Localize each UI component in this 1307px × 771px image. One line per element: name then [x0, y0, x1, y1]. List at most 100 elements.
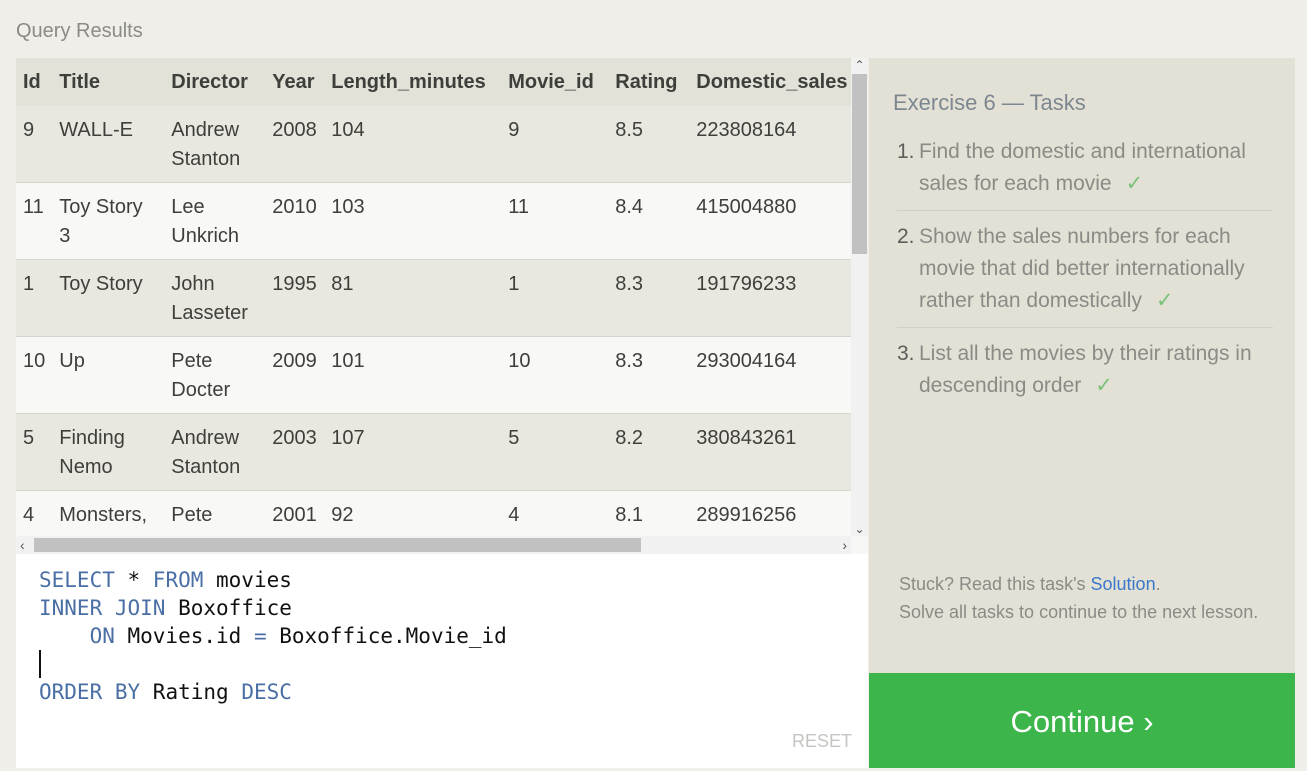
task-number: 3.	[897, 342, 915, 365]
column-header-rating: Rating	[608, 58, 690, 106]
cell-id: 10	[16, 336, 53, 414]
sql-keyword: FROM	[152, 568, 204, 592]
checkmark-icon: ✓	[1125, 172, 1144, 195]
cell-rating: 8.2	[608, 413, 690, 491]
task-list: 1. Find the domestic and international sa…	[897, 136, 1273, 422]
scroll-left-arrow-icon[interactable]: ‹	[20, 536, 25, 554]
cell-movie-id: 11	[501, 182, 609, 260]
task-item: 1. Find the domestic and international sa…	[897, 136, 1273, 211]
reset-button[interactable]: RESET	[792, 731, 852, 752]
tasks-panel: Exercise 6 — Tasks 1. Find the domestic a…	[869, 58, 1295, 673]
checkmark-icon: ✓	[1155, 289, 1174, 312]
cell-rating: 8.5	[608, 106, 690, 183]
vertical-scrollbar-thumb[interactable]	[852, 74, 867, 254]
cell-id: 1	[16, 259, 53, 337]
cell-rating: 8.1	[608, 490, 690, 536]
code-line[interactable]: ON Movies.id = Boxoffice.Movie_id	[39, 622, 507, 650]
task-text: Find the domestic and international sale…	[919, 140, 1246, 195]
cell-length-minutes: 92	[324, 490, 502, 536]
column-header-year: Year	[265, 58, 325, 106]
table-row: 1 Toy Story John Lasseter 1995 81 1 8.3 1917962…	[16, 259, 851, 337]
task-body: Show the sales numbers for each movie th…	[919, 221, 1273, 317]
cell-length-minutes: 101	[324, 336, 502, 414]
sql-text: *	[114, 568, 153, 592]
scroll-right-arrow-icon[interactable]: ›	[842, 536, 847, 554]
cell-director: Lee Unkrich	[164, 182, 266, 260]
solution-link[interactable]: Solution	[1091, 574, 1156, 594]
cell-domestic-sales: 380843261	[689, 413, 851, 491]
cell-rating: 8.3	[608, 336, 690, 414]
cell-length-minutes: 103	[324, 182, 502, 260]
sql-text: Boxoffice	[165, 596, 292, 620]
cell-domestic-sales: 191796233	[689, 259, 851, 337]
results-table-viewport: Id Title Director Year Length_minutes Mo…	[16, 58, 851, 536]
sql-text: movies	[203, 568, 292, 592]
vertical-scrollbar[interactable]: ⌃ ⌄	[851, 58, 868, 536]
task-body: List all the movies by their ratings in …	[919, 338, 1273, 402]
column-header-length-minutes: Length_minutes	[324, 58, 502, 106]
cell-domestic-sales: 293004164	[689, 336, 851, 414]
cell-title: Toy Story 3	[52, 182, 165, 260]
cell-year: 2003	[265, 413, 325, 491]
cell-length-minutes: 104	[324, 106, 502, 183]
cell-id: 9	[16, 106, 53, 183]
cell-movie-id: 5	[501, 413, 609, 491]
stuck-line-2: Solve all tasks to continue to the next …	[899, 602, 1259, 622]
scroll-up-arrow-icon[interactable]: ⌃	[851, 58, 868, 72]
task-text: List all the movies by their ratings in …	[919, 342, 1252, 397]
sql-text: Boxoffice.Movie_id	[266, 624, 507, 648]
cell-year: 2009	[265, 336, 325, 414]
task-number: 2.	[897, 225, 915, 248]
checkmark-icon: ✓	[1095, 374, 1113, 397]
cell-rating: 8.4	[608, 182, 690, 260]
code-line[interactable]: SELECT * FROM movies	[39, 566, 292, 594]
cell-title: WALL-E	[52, 106, 165, 183]
table-row: 9 WALL-E Andrew Stanton 2008 104 9 8.5 22380816…	[16, 106, 851, 183]
continue-button[interactable]: Continue ›	[869, 673, 1295, 768]
cell-year: 1995	[265, 259, 325, 337]
results-panel[interactable]: Id Title Director Year Length_minutes Mo…	[16, 58, 868, 554]
task-item: 3. List all the movies by their ratings i…	[897, 338, 1273, 412]
task-number: 1.	[897, 140, 915, 163]
cell-domestic-sales: 289916256	[689, 490, 851, 536]
cell-director: Andrew Stanton	[164, 413, 266, 491]
column-header-movie-id: Movie_id	[501, 58, 609, 106]
cell-movie-id: 9	[501, 106, 609, 183]
task-body: Find the domestic and international sale…	[919, 136, 1273, 200]
code-line[interactable]: ORDER BY Rating DESC	[39, 678, 292, 706]
query-results-heading: Query Results	[16, 20, 143, 42]
sql-keyword: =	[253, 624, 267, 648]
stuck-prefix: Stuck? Read this task's	[899, 574, 1091, 594]
sql-text: Movies.id	[114, 624, 254, 648]
cell-title: Up	[52, 336, 165, 414]
sql-keyword: INNER JOIN	[39, 596, 166, 620]
sql-editor[interactable]: SELECT * FROM movies INNER JOIN Boxoffice…	[16, 554, 868, 768]
scroll-down-arrow-icon[interactable]: ⌄	[851, 522, 868, 536]
cell-movie-id: 1	[501, 259, 609, 337]
cell-title: Toy Story	[52, 259, 165, 337]
text-cursor	[39, 650, 41, 678]
code-line[interactable]: INNER JOIN Boxoffice	[39, 594, 292, 622]
table-row: 10 Up Pete Docter 2009 101 10 8.3 293004164	[16, 336, 851, 414]
table-body: 9 WALL-E Andrew Stanton 2008 104 9 8.5 22380816…	[16, 106, 851, 536]
column-header-domestic-sales: Domestic_sales	[689, 58, 851, 106]
tasks-title: Exercise 6 — Tasks	[893, 90, 1086, 115]
task-text: Show the sales numbers for each movie th…	[919, 225, 1245, 312]
cell-length-minutes: 107	[324, 413, 502, 491]
horizontal-scrollbar[interactable]: ‹ ›	[16, 536, 851, 554]
sql-keyword: SELECT	[39, 568, 115, 592]
column-header-director: Director	[164, 58, 266, 106]
table-header-row: Id Title Director Year Length_minutes Mo…	[16, 58, 851, 106]
horizontal-scrollbar-thumb[interactable]	[34, 538, 641, 552]
cell-year: 2008	[265, 106, 325, 183]
cell-director: Andrew Stanton	[164, 106, 266, 183]
sql-text: Rating	[140, 680, 242, 704]
table-row: 5 Finding Nemo Andrew Stanton 2003 107 5 8.2 38…	[16, 413, 851, 491]
cell-director: Pete Docter	[164, 490, 266, 536]
cell-id: 4	[16, 490, 53, 536]
column-header-title: Title	[52, 58, 165, 106]
table-row: 4Monsters, Inc.Pete Docter20019248.12899…	[16, 490, 851, 536]
cell-movie-id: 10	[501, 336, 609, 414]
cell-domestic-sales: 223808164	[689, 106, 851, 183]
cell-director: John Lasseter	[164, 259, 266, 337]
